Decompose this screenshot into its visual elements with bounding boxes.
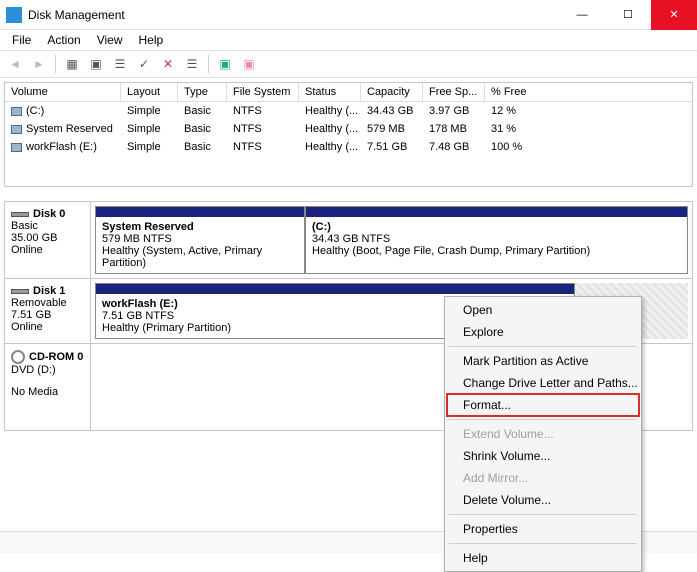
disk-icon <box>11 289 29 294</box>
context-menu-item: Extend Volume... <box>447 423 639 445</box>
properties-button[interactable]: ✓ <box>133 53 155 75</box>
help-button[interactable]: ▣ <box>238 53 260 75</box>
settings-button[interactable]: ☰ <box>109 53 131 75</box>
col-freespace[interactable]: Free Sp... <box>423 83 485 101</box>
partition[interactable]: (C:)34.43 GB NTFSHealthy (Boot, Page Fil… <box>305 206 688 274</box>
col-pctfree[interactable]: % Free <box>485 83 545 101</box>
volume-list-header: Volume Layout Type File System Status Ca… <box>5 83 692 102</box>
drive-icon <box>11 143 22 152</box>
window-title: Disk Management <box>28 8 559 22</box>
volume-row[interactable]: workFlash (E:)SimpleBasicNTFSHealthy (..… <box>5 138 692 156</box>
col-filesystem[interactable]: File System <box>227 83 299 101</box>
context-menu-separator <box>449 419 637 420</box>
drive-icon <box>11 125 22 134</box>
volume-row[interactable]: (C:)SimpleBasicNTFSHealthy (...34.43 GB3… <box>5 102 692 120</box>
col-status[interactable]: Status <box>299 83 361 101</box>
disk-info[interactable]: CD-ROM 0DVD (D:)No Media <box>5 344 91 430</box>
toolbar-separator <box>208 55 209 73</box>
context-menu-item[interactable]: Properties <box>447 518 639 540</box>
titlebar: Disk Management <box>0 0 697 30</box>
forward-button[interactable]: ► <box>28 53 50 75</box>
context-menu-item[interactable]: Change Drive Letter and Paths... <box>447 372 639 394</box>
back-button[interactable]: ◄ <box>4 53 26 75</box>
toolbar-button[interactable]: ▣ <box>214 53 236 75</box>
volume-row[interactable]: System ReservedSimpleBasicNTFSHealthy (.… <box>5 120 692 138</box>
delete-button[interactable]: ✕ <box>157 53 179 75</box>
disk-icon <box>11 212 29 217</box>
toolbar-button[interactable]: ▦ <box>61 53 83 75</box>
menubar: File Action View Help <box>0 30 697 50</box>
context-menu-item[interactable]: Shrink Volume... <box>447 445 639 467</box>
disk-info[interactable]: Disk 0Basic35.00 GBOnline <box>5 202 91 278</box>
context-menu-item[interactable]: Delete Volume... <box>447 489 639 511</box>
col-type[interactable]: Type <box>178 83 227 101</box>
minimize-button[interactable] <box>559 0 605 30</box>
volume-rows: (C:)SimpleBasicNTFSHealthy (...34.43 GB3… <box>5 102 692 186</box>
toolbar-button[interactable]: ☰ <box>181 53 203 75</box>
toolbar: ◄ ► ▦ ▣ ☰ ✓ ✕ ☰ ▣ ▣ <box>0 50 697 78</box>
menu-view[interactable]: View <box>89 31 131 49</box>
toolbar-separator <box>55 55 56 73</box>
context-menu-item[interactable]: Help <box>447 547 639 569</box>
menu-file[interactable]: File <box>4 31 39 49</box>
col-volume[interactable]: Volume <box>5 83 121 101</box>
refresh-button[interactable]: ▣ <box>85 53 107 75</box>
disk-row: Disk 0Basic35.00 GBOnlineSystem Reserved… <box>5 202 692 279</box>
drive-icon <box>11 107 22 116</box>
context-menu-separator <box>449 514 637 515</box>
context-menu-separator <box>449 346 637 347</box>
context-menu-item: Add Mirror... <box>447 467 639 489</box>
volume-list: Volume Layout Type File System Status Ca… <box>4 82 693 187</box>
col-capacity[interactable]: Capacity <box>361 83 423 101</box>
menu-help[interactable]: Help <box>131 31 172 49</box>
context-menu-item[interactable]: Open <box>447 299 639 321</box>
maximize-button[interactable] <box>605 0 651 30</box>
app-icon <box>6 7 22 23</box>
cdrom-icon <box>11 350 25 364</box>
partition[interactable]: System Reserved579 MB NTFSHealthy (Syste… <box>95 206 305 274</box>
disk-info[interactable]: Disk 1Removable7.51 GBOnline <box>5 279 91 343</box>
context-menu: OpenExplore Mark Partition as ActiveChang… <box>444 296 642 572</box>
col-layout[interactable]: Layout <box>121 83 178 101</box>
context-menu-item[interactable]: Format... <box>446 393 640 417</box>
disk-partitions: System Reserved579 MB NTFSHealthy (Syste… <box>91 202 692 278</box>
context-menu-item[interactable]: Mark Partition as Active <box>447 350 639 372</box>
context-menu-separator <box>449 543 637 544</box>
context-menu-item[interactable]: Explore <box>447 321 639 343</box>
menu-action[interactable]: Action <box>39 31 88 49</box>
close-button[interactable] <box>651 0 697 30</box>
